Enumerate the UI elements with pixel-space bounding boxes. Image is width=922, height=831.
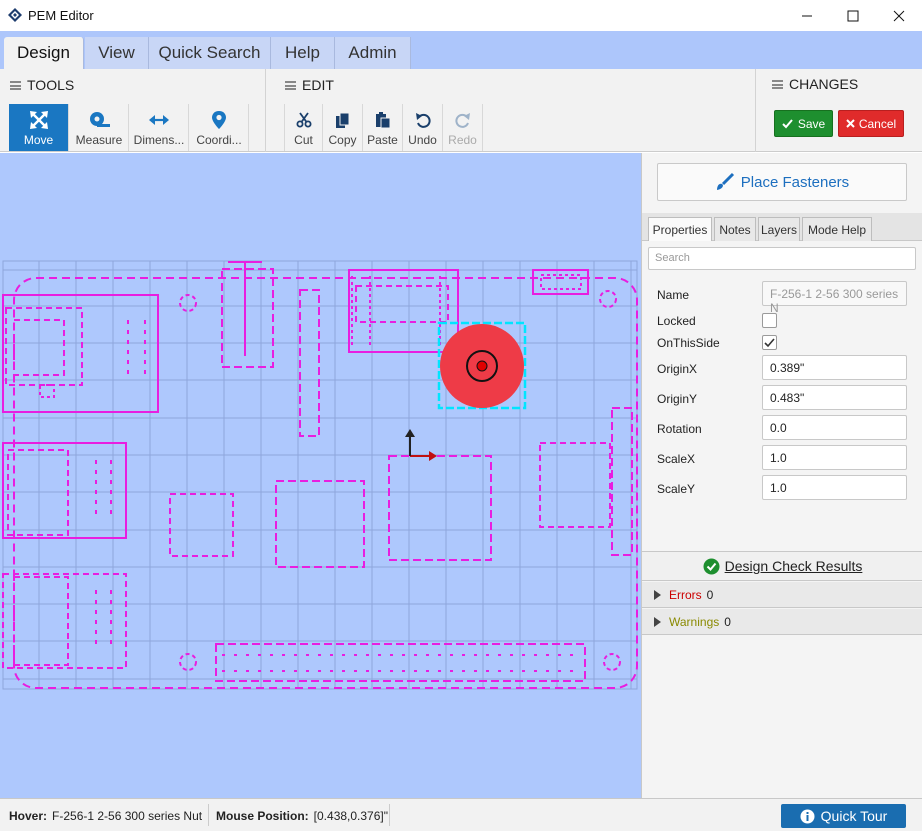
- errors-row[interactable]: Errors 0: [642, 582, 922, 608]
- board-outline: [13, 277, 638, 689]
- warnings-label: Warnings: [669, 614, 720, 629]
- move-icon: [29, 111, 48, 129]
- quick-tour-button[interactable]: Quick Tour: [781, 804, 906, 828]
- originx-field[interactable]: 0.389": [762, 355, 907, 380]
- tab-layers[interactable]: Layers: [758, 217, 800, 241]
- onthisside-label: OnThisSide: [657, 336, 720, 350]
- undo-button[interactable]: Undo: [403, 104, 443, 151]
- locked-label: Locked: [657, 314, 696, 328]
- edit-group-title: EDIT: [285, 77, 334, 93]
- status-bar: Hover: F-256-1 2-56 300 series Nut Mouse …: [0, 798, 922, 831]
- rotation-label: Rotation: [657, 422, 702, 436]
- rotation-field[interactable]: 0.0: [762, 415, 907, 440]
- coordinate-tool-button[interactable]: Coordi...: [190, 104, 249, 151]
- expand-arrow-icon: [654, 616, 661, 627]
- errors-count: 0: [706, 587, 714, 602]
- origin-axis-icon: [405, 429, 437, 461]
- checkmark-icon: [782, 118, 793, 128]
- tab-help[interactable]: Help: [271, 37, 335, 69]
- maximize-button[interactable]: [830, 0, 876, 31]
- warnings-row[interactable]: Warnings 0: [642, 609, 922, 635]
- title-bar: PEM Editor: [0, 0, 922, 31]
- brush-icon: [716, 172, 734, 190]
- scalex-field[interactable]: 1.0: [762, 445, 907, 470]
- tab-mode-help[interactable]: Mode Help: [802, 217, 872, 241]
- onthisside-checkbox[interactable]: [762, 335, 777, 350]
- copy-icon: [335, 112, 349, 128]
- scaley-label: ScaleY: [657, 482, 696, 496]
- errors-label: Errors: [669, 587, 702, 602]
- properties-panel: Place Fasteners Properties Notes Layers …: [641, 153, 922, 798]
- tab-admin[interactable]: Admin: [335, 37, 411, 69]
- close-window-button[interactable]: [876, 0, 922, 31]
- originx-label: OriginX: [657, 362, 698, 376]
- status-divider: [208, 804, 209, 826]
- close-icon: [893, 10, 905, 21]
- window-title: PEM Editor: [28, 8, 94, 23]
- status-divider: [389, 804, 390, 826]
- undo-icon: [415, 113, 431, 128]
- move-tool-button[interactable]: Move: [9, 104, 69, 151]
- coordinate-pin-icon: [212, 111, 226, 129]
- tab-view[interactable]: View: [85, 37, 149, 69]
- property-search-input[interactable]: Search: [648, 247, 916, 270]
- tab-quick-search[interactable]: Quick Search: [149, 37, 271, 69]
- design-check-header[interactable]: Design Check Results: [642, 551, 922, 581]
- redo-button[interactable]: Redo: [443, 104, 483, 151]
- scissors-icon: [296, 112, 311, 128]
- check-circle-icon: [703, 558, 720, 574]
- save-button[interactable]: Save: [774, 110, 833, 137]
- name-field[interactable]: F-256-1 2-56 300 series N: [762, 281, 907, 315]
- tab-properties[interactable]: Properties: [648, 217, 712, 241]
- menu-icon: [772, 79, 783, 89]
- measure-tool-button[interactable]: Measure: [70, 104, 129, 151]
- tab-notes[interactable]: Notes: [714, 217, 756, 241]
- originy-field[interactable]: 0.483": [762, 385, 907, 410]
- info-icon: [800, 809, 815, 823]
- minimize-icon: [802, 15, 812, 16]
- toolbar-divider: [265, 69, 266, 152]
- hover-status: Hover: F-256-1 2-56 300 series Nut: [9, 809, 203, 823]
- cancel-button[interactable]: Cancel: [838, 110, 904, 137]
- menu-icon: [10, 80, 21, 90]
- dimension-icon: [149, 115, 169, 125]
- paste-button[interactable]: Paste: [363, 104, 403, 151]
- mouse-position-status: Mouse Position: [0.438,0.376]": [216, 809, 388, 823]
- close-icon: [846, 119, 855, 128]
- paste-icon: [375, 111, 390, 128]
- locked-checkbox[interactable]: [762, 313, 777, 328]
- originy-label: OriginY: [657, 392, 698, 406]
- expand-arrow-icon: [654, 589, 661, 600]
- dimension-tool-button[interactable]: Dimens...: [130, 104, 189, 151]
- minimize-button[interactable]: [784, 0, 830, 31]
- changes-group-title: CHANGES: [772, 76, 858, 92]
- pem-editor-window: PEM Editor Design View Quick Search Help…: [0, 0, 922, 831]
- maximize-icon: [847, 10, 859, 21]
- app-logo-icon: [8, 8, 22, 22]
- tools-group-title: TOOLS: [10, 77, 74, 93]
- menu-icon: [285, 80, 296, 90]
- checkmark-icon: [764, 337, 775, 347]
- pcb-drawing[interactable]: [0, 153, 641, 798]
- copy-button[interactable]: Copy: [323, 104, 363, 151]
- design-canvas[interactable]: [0, 153, 641, 798]
- panel-tab-bar: Properties Notes Layers Mode Help: [642, 213, 922, 241]
- part-outlines: [2, 261, 633, 682]
- measure-icon: [90, 112, 110, 127]
- scalex-label: ScaleX: [657, 452, 696, 466]
- name-label: Name: [657, 288, 690, 302]
- ribbon-tab-bar: Design View Quick Search Help Admin: [0, 31, 922, 69]
- scaley-field[interactable]: 1.0: [762, 475, 907, 500]
- cut-button[interactable]: Cut: [284, 104, 323, 151]
- place-fasteners-button[interactable]: Place Fasteners: [657, 163, 907, 201]
- warnings-count: 0: [724, 614, 731, 629]
- tab-design[interactable]: Design: [4, 37, 84, 69]
- redo-icon: [454, 113, 470, 128]
- selected-fastener[interactable]: [437, 321, 527, 410]
- toolbar-divider: [755, 69, 756, 152]
